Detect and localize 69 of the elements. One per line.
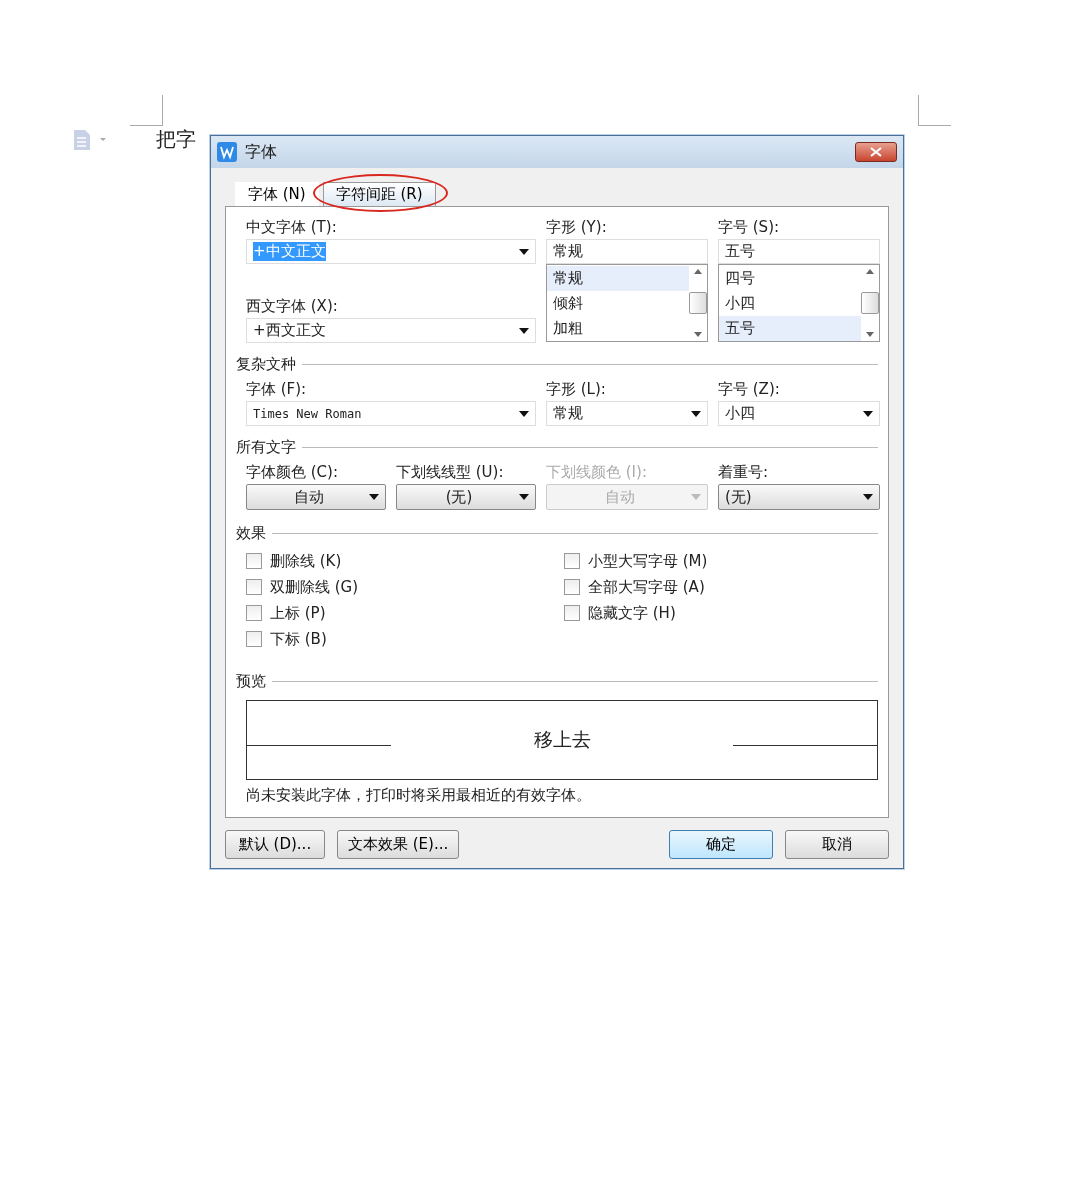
app-logo-icon <box>217 142 237 162</box>
close-button[interactable] <box>855 142 897 162</box>
section-heading: 复杂文种 <box>236 354 296 374</box>
dialog-button[interactable]: 确定 <box>669 830 773 859</box>
list-box[interactable]: 常规 倾斜 加粗 <box>546 264 708 342</box>
page-corner-mark <box>918 95 951 126</box>
list-item[interactable]: 四号 <box>719 266 861 291</box>
field-label: 中文字体 (T): <box>246 217 338 238</box>
close-icon <box>870 147 882 157</box>
dropdown-button[interactable]: (无) <box>396 484 536 510</box>
field-label: 西文字体 (X): <box>246 296 339 317</box>
dropdown-arrow-icon <box>519 410 529 417</box>
tab[interactable]: 字体 (N) <box>235 182 319 206</box>
checkbox-option[interactable]: 双删除线 (G) <box>246 574 564 600</box>
field-label: 字形 (L): <box>546 379 607 400</box>
list-item[interactable]: 倾斜 <box>547 291 689 316</box>
dialog-button[interactable]: 默认 (D)... <box>225 830 325 859</box>
scroll-thumb[interactable] <box>689 292 707 314</box>
window-title: 字体 <box>245 141 278 163</box>
dialog-button[interactable]: 文本效果 (E)... <box>337 830 460 859</box>
checkbox-option[interactable]: 下标 (B) <box>246 626 564 652</box>
dropdown-arrow-icon <box>863 494 873 500</box>
section-heading: 所有文字 <box>236 437 296 457</box>
list-item[interactable]: 常规 <box>547 266 689 291</box>
document-text: 把字 <box>156 126 196 153</box>
dropdown-button[interactable]: (无) <box>718 484 880 510</box>
dropdown-arrow-icon <box>691 494 701 500</box>
preview-sample-text: 移上去 <box>532 727 592 752</box>
scroll-down-icon[interactable] <box>694 332 702 337</box>
scroll-thumb[interactable] <box>861 292 879 314</box>
list-item[interactable]: 五号 <box>719 316 861 341</box>
checkbox-option[interactable]: 隐藏文字 (H) <box>564 600 878 626</box>
checkbox-option[interactable]: 小型大写字母 (M) <box>564 548 878 574</box>
font-note: 尚未安装此字体，打印时将采用最相近的有效字体。 <box>245 785 592 805</box>
section-heading: 预览 <box>236 671 266 691</box>
dropdown-arrow-icon <box>691 410 701 417</box>
field-label: 字体 (F): <box>246 379 308 400</box>
select-field[interactable]: 小四 <box>718 401 880 426</box>
scroll-up-icon[interactable] <box>694 269 702 274</box>
field-label: 下划线颜色 (I): <box>546 462 648 483</box>
list-item[interactable]: 加粗 <box>547 316 689 341</box>
field-label: 字形 (Y): <box>546 217 608 238</box>
checkbox-option[interactable]: 上标 (P) <box>246 600 564 626</box>
scroll-down-icon[interactable] <box>866 332 874 337</box>
dropdown-arrow-icon <box>519 494 529 500</box>
tab[interactable]: 字符间距 (R) <box>322 182 436 206</box>
field-label: 字体颜色 (C): <box>246 462 339 483</box>
dropdown-arrow-icon <box>519 248 529 255</box>
input-field[interactable]: 五号 <box>718 239 880 264</box>
checkbox-option[interactable]: 删除线 (K) <box>246 548 564 574</box>
list-box[interactable]: 四号 小四 五号 <box>718 264 880 342</box>
dropdown-arrow-icon <box>519 327 529 334</box>
list-item[interactable]: 小四 <box>719 291 861 316</box>
section-heading: 效果 <box>236 523 266 543</box>
scroll-up-icon[interactable] <box>866 269 874 274</box>
field-label: 下划线线型 (U): <box>396 462 505 483</box>
select-field[interactable]: Times New Roman <box>246 401 536 426</box>
input-field[interactable]: 常规 <box>546 239 708 264</box>
dropdown-arrow-icon <box>369 494 379 500</box>
dropdown-arrow-icon <box>863 410 873 417</box>
field-label: 字号 (Z): <box>718 379 781 400</box>
dialog-button[interactable]: 取消 <box>785 830 889 859</box>
field-label: 字号 (S): <box>718 217 781 238</box>
dropdown-button[interactable]: 自动 <box>246 484 386 510</box>
select-field[interactable]: 常规 <box>546 401 708 426</box>
checkbox-option[interactable]: 全部大写字母 (A) <box>564 574 878 600</box>
font-select[interactable]: +西文正文 <box>246 318 536 343</box>
field-label: 着重号: <box>718 462 770 483</box>
page-corner-mark <box>130 95 163 126</box>
